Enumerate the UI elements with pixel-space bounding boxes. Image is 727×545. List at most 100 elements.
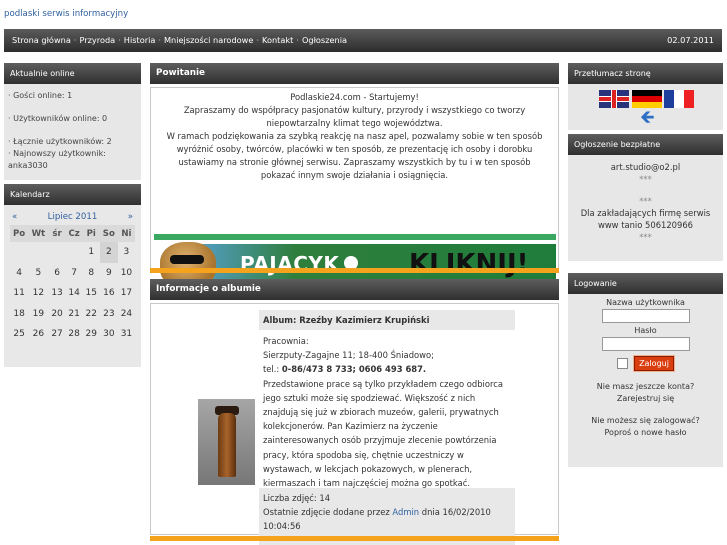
login-panel: Nazwa użytkownika Hasło Zaloguj Nie masz…: [568, 294, 723, 467]
album-phone: tel.: 0-86/473 8 733; 0606 493 687.: [263, 362, 511, 376]
calendar-day[interactable]: 13: [49, 283, 66, 304]
calendar-day[interactable]: 7: [66, 263, 83, 284]
banner-text-kliknij: KLIKNIJ!: [409, 249, 529, 279]
ad-separator: ***: [639, 196, 652, 206]
online-panel-title: Aktualnie online: [4, 63, 141, 84]
weekday-label: So: [99, 225, 118, 242]
calendar-header: « Lipiec 2011 »: [10, 209, 135, 225]
weekday-label: Cz: [65, 225, 83, 242]
calendar-day[interactable]: 3: [118, 242, 135, 263]
back-arrow-icon[interactable]: 🡸: [640, 109, 655, 127]
calendar-day[interactable]: 28: [66, 324, 83, 345]
login-button[interactable]: Zaloguj: [633, 355, 675, 372]
calendar-day[interactable]: 8: [83, 263, 100, 284]
calendar-day[interactable]: 14: [66, 283, 83, 304]
calendar-day[interactable]: 15: [83, 283, 100, 304]
welcome-paragraph: Zapraszamy do współpracy pasjonatów kult…: [183, 105, 526, 128]
calendar-next-button[interactable]: »: [128, 212, 133, 222]
calendar-day[interactable]: 5: [28, 263, 48, 284]
top-navigation: Strona główna · Przyroda · Historia · Mniejszo…: [4, 29, 722, 52]
new-password-link[interactable]: Poproś o nowe hasło: [572, 427, 719, 439]
album-desc-text: Przedstawione prace są tylko przykładem …: [263, 378, 504, 489]
calendar-day[interactable]: 21: [66, 304, 83, 325]
welcome-text: Podlaskie24.com - Startujemy! Zapraszamy…: [151, 88, 558, 182]
english-flag-icon[interactable]: [599, 90, 629, 108]
german-flag-icon[interactable]: [632, 90, 662, 108]
no-account-text: Nie masz jeszcze konta?: [596, 382, 695, 391]
calendar-day: [28, 242, 48, 263]
calendar-day[interactable]: 16: [100, 283, 118, 304]
sculpture-figure: [218, 413, 236, 477]
nav-item-contact[interactable]: Kontakt: [262, 35, 293, 45]
calendar-day[interactable]: 20: [49, 304, 66, 325]
username-label: Nazwa użytkownika: [606, 298, 685, 307]
calendar-day[interactable]: 1: [83, 242, 100, 263]
calendar-day[interactable]: 19: [28, 304, 48, 325]
calendar-day[interactable]: 11: [10, 283, 28, 304]
users-online: · Użytkowników online: 0: [8, 114, 108, 123]
calendar: « Lipiec 2011 » Po Wt śr Cz Pi So Ni 1 2: [4, 205, 141, 367]
calendar-day[interactable]: 29: [83, 324, 100, 345]
password-label: Hasło: [634, 326, 657, 335]
center-column: Powitanie Podlaskie24.com - Startujemy! …: [150, 63, 559, 545]
ad-email: art.studio@o2.pl: [610, 162, 681, 172]
calendar-day[interactable]: 17: [118, 283, 135, 304]
nav-item-history[interactable]: Historia: [124, 35, 156, 45]
nav-separator: ·: [296, 35, 299, 45]
orange-divider: [150, 268, 559, 273]
calendar-day[interactable]: 23: [100, 304, 118, 325]
total-users: · Łącznie użytkowników: 2: [8, 137, 112, 146]
welcome-headline: Podlaskie24.com - Startujemy!: [290, 92, 419, 102]
sculpture-photo[interactable]: [198, 399, 255, 485]
album-info-title: Informacje o albumie: [150, 279, 559, 300]
calendar-day[interactable]: 24: [118, 304, 135, 325]
calendar-day[interactable]: 31: [118, 324, 135, 345]
username-input[interactable]: [601, 309, 690, 323]
welcome-panel: Podlaskie24.com - Startujemy! Zapraszamy…: [150, 87, 559, 286]
nav-item-nature[interactable]: Przyroda: [79, 35, 115, 45]
calendar-day[interactable]: 6: [49, 263, 66, 284]
login-links: Nie masz jeszcze konta? Zarejestruj się …: [572, 381, 719, 438]
nav-item-home[interactable]: Strona główna: [12, 35, 71, 45]
calendar-day[interactable]: 26: [28, 324, 48, 345]
right-column: Przetłumacz stronę 🡸 Ogłoszenie bezpłatn…: [568, 63, 723, 467]
weekday-label: Pi: [82, 225, 100, 242]
password-input[interactable]: [601, 337, 690, 351]
last-photo-info: Ostatnie zdjęcie dodane przez Admin dnia…: [263, 505, 511, 533]
nav-separator: ·: [158, 35, 161, 45]
calendar-day-highlighted[interactable]: 2: [99, 242, 118, 263]
french-flag-icon[interactable]: [664, 90, 694, 108]
weekday-label: Wt: [28, 225, 49, 242]
welcome-title: Powitanie: [150, 63, 559, 84]
nav-item-minorities[interactable]: Mniejszości narodowe: [164, 35, 253, 45]
phone-number: 0-86/473 8 733; 0606 493 687.: [281, 364, 427, 375]
calendar-day[interactable]: 9: [100, 263, 118, 284]
calendar-day[interactable]: 25: [10, 324, 28, 345]
calendar-day[interactable]: 4: [10, 263, 28, 284]
site-title[interactable]: podlaski serwis informacyjny: [4, 9, 128, 19]
calendar-prev-button[interactable]: «: [12, 212, 17, 222]
calendar-day: [49, 242, 66, 263]
calendar-day[interactable]: 22: [83, 304, 100, 325]
calendar-day[interactable]: 12: [28, 283, 48, 304]
register-link[interactable]: Zarejestruj się: [572, 393, 719, 405]
calendar-grid: Po Wt śr Cz Pi So Ni 1 2 3 4 5 6 7 8 9 1…: [10, 225, 135, 345]
newest-user: · Najnowszy użytkownik: anka3030: [8, 149, 106, 170]
ads-panel: art.studio@o2.pl *** *** Dla zakładający…: [568, 155, 723, 261]
calendar-day[interactable]: 27: [49, 324, 66, 345]
sunglasses-icon: [170, 255, 204, 264]
album-workshop-label: Pracownia:: [263, 336, 309, 346]
album-name: Album: Rzeźby Kazimierz Krupiński: [259, 310, 515, 330]
admin-user-link[interactable]: Admin: [392, 507, 419, 517]
remember-me-checkbox[interactable]: [617, 358, 629, 369]
calendar-day[interactable]: 18: [10, 304, 28, 325]
last-photo-prefix: Ostatnie zdjęcie dodane przez: [263, 507, 393, 517]
photo-count: Liczba zdjęć: 14: [263, 493, 331, 503]
calendar-day[interactable]: 10: [118, 263, 135, 284]
weekday-label: Ni: [117, 225, 135, 242]
calendar-day: [10, 242, 28, 263]
calendar-day[interactable]: 30: [100, 324, 118, 345]
nav-item-ads[interactable]: Ogłoszenia: [302, 35, 347, 45]
login-actions: Zaloguj: [572, 355, 719, 372]
calendar-month[interactable]: Lipiec 2011: [48, 212, 98, 222]
